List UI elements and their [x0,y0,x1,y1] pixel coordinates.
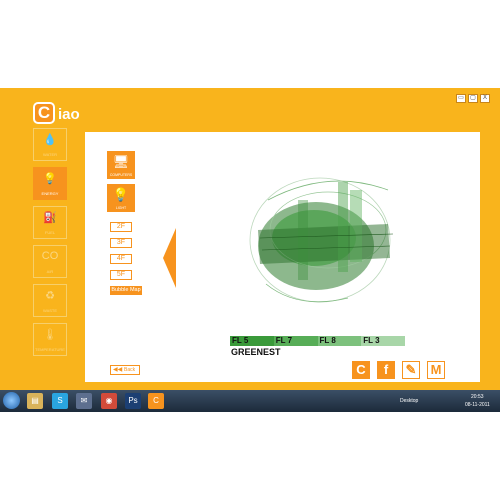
back-arrow-icon: ◀◀ [113,367,123,373]
fuel-pump-icon: ⛽ [43,212,57,224]
legend-fl7: FL 7 [273,336,318,346]
chrome-icon[interactable]: ◉ [101,393,117,409]
ciao-share-icon[interactable]: C [352,361,370,379]
floor-2f-button[interactable]: 2F [110,222,132,232]
sidebar-item-water[interactable]: 💧 WATER [33,128,67,161]
computers-label: COMPUTERS [109,173,133,177]
greenest-caption: GREENEST [231,347,281,357]
app-title: iao [58,106,80,123]
photoshop-icon[interactable]: Ps [125,393,141,409]
light-label: LIGHT [115,206,127,210]
close-button[interactable]: X [480,94,490,103]
sidebar-item-label: TEMPERATURE [35,347,65,352]
sidebar-item-label: AIR [46,269,54,274]
floor-3f-button[interactable]: 3F [110,238,132,248]
floor-4f-button[interactable]: 4F [110,254,132,264]
sidebar-item-label: WASTE [42,308,58,313]
thermometer-icon: 🌡 [43,329,57,341]
skype-icon[interactable]: S [52,393,68,409]
start-button[interactable] [3,392,20,409]
floor-5f-button[interactable]: 5F [110,270,132,280]
sidebar-item-waste[interactable]: ♻ WASTE [33,284,67,317]
sidebar: 💧 WATER 💡 ENERGY ⛽ FUEL CO AIR ♻ WASTE 🌡… [33,128,69,362]
co2-icon: CO [41,250,59,262]
sidebar-item-energy[interactable]: 💡 ENERGY [33,167,67,200]
desktop-toolbar-label[interactable]: Desktop [400,398,418,404]
sidebar-item-temperature[interactable]: 🌡 TEMPERATURE [33,323,67,356]
collapse-arrow-icon[interactable] [163,228,176,288]
legend-fl5: FL 5 [230,336,274,346]
clock-time: 20:53 [471,394,484,400]
sidebar-item-air[interactable]: CO AIR [33,245,67,278]
gmail-icon[interactable]: M [427,361,445,379]
recycle-icon: ♻ [45,290,55,302]
clock-date: 08-11-2011 [465,402,490,408]
taskbar: ▤ S ✉ ◉ Ps C Desktop 20:53 08-11-2011 [0,390,500,412]
bubble-map-button[interactable]: Bubble Map [110,286,142,295]
back-button[interactable]: ◀◀ Back [110,365,140,375]
ciao-app-icon[interactable]: C [148,393,164,409]
monitor-icon: 🖥 [112,154,130,169]
sidebar-item-label: WATER [43,152,57,157]
back-label: Back [124,367,136,373]
water-drop-icon: 💧 [43,134,57,146]
facebook-icon[interactable]: f [377,361,395,379]
blogger-icon[interactable]: ✎ [402,361,420,379]
folder-icon[interactable]: ▤ [27,393,43,409]
light-button[interactable]: 💡 LIGHT [106,183,136,213]
legend-fl3: FL 3 [361,336,405,346]
ciao-logo: C [33,102,55,124]
legend-fl8: FL 8 [317,336,362,346]
maximize-button[interactable]: ▢ [468,94,478,103]
computers-button[interactable]: 🖥 COMPUTERS [106,150,136,180]
window-controls: ▭ ▢ X [456,94,490,103]
sidebar-item-label: ENERGY [41,191,59,196]
sidebar-item-label: FUEL [44,230,56,235]
bulb-icon: 💡 [112,187,130,202]
building-bubble-visualization [249,177,394,303]
bulb-icon: 💡 [43,173,57,185]
sidebar-item-fuel[interactable]: ⛽ FUEL [33,206,67,239]
thunderbird-icon[interactable]: ✉ [76,393,92,409]
floor-legend: FL 5 FL 7 FL 8 FL 3 [230,336,405,346]
minimize-button[interactable]: ▭ [456,94,466,103]
